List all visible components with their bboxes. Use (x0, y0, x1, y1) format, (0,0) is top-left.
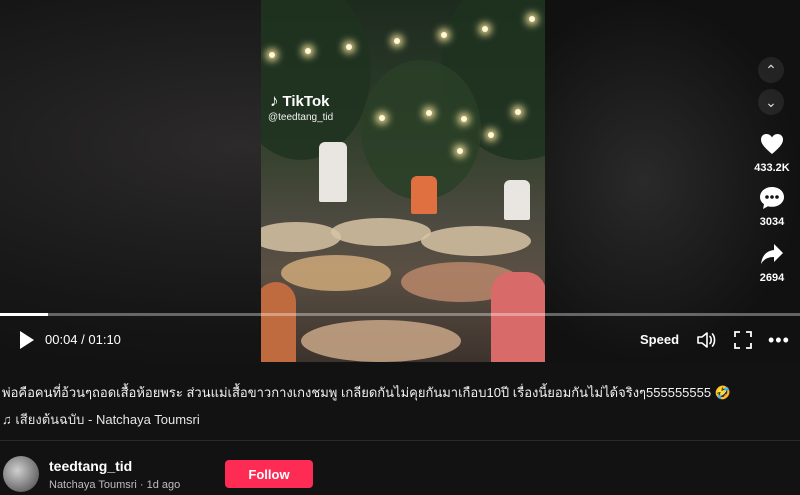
tiktok-logo-icon: ♪ (270, 91, 279, 110)
author-meta: Natchaya Toumsri · 1d ago (49, 479, 181, 491)
comment-action[interactable]: 3034 (750, 184, 794, 228)
control-bar: 00:04 / 01:10 Speed ••• (0, 316, 800, 362)
like-action[interactable]: 433.2K (750, 130, 794, 174)
share-count: 2694 (759, 272, 785, 284)
video-frame[interactable] (261, 0, 545, 362)
author-username[interactable]: teedtang_tid (49, 458, 132, 474)
video-player[interactable]: ♪ TikTok @teedtang_tid ⌃ ⌄ 433.2K 3034 2… (0, 0, 800, 362)
divider (0, 440, 800, 441)
avatar[interactable] (3, 456, 39, 492)
chevron-up-icon: ⌃ (765, 61, 777, 78)
music-link[interactable]: ♫ เสียงต้นฉบับ - Natchaya Toumsri (2, 409, 200, 430)
like-count: 433.2K (754, 162, 790, 174)
chevron-down-icon: ⌄ (765, 93, 777, 110)
watermark-brand: TikTok (282, 92, 330, 110)
fullscreen-icon[interactable] (734, 331, 752, 349)
comment-icon[interactable] (757, 184, 787, 212)
more-options-icon[interactable]: ••• (768, 330, 790, 351)
follow-button[interactable]: Follow (225, 460, 313, 488)
volume-icon[interactable] (696, 331, 716, 349)
play-icon[interactable] (20, 331, 34, 349)
previous-video-button[interactable]: ⌃ (758, 57, 784, 83)
video-caption: พ่อคือคนที่อ้วนๆถอดเสื้อห้อยพระ ส่วนแม่เ… (2, 385, 731, 400)
share-icon[interactable] (757, 240, 787, 268)
speed-button[interactable]: Speed (640, 332, 679, 347)
heart-icon[interactable] (757, 130, 787, 158)
next-video-button[interactable]: ⌄ (758, 89, 784, 115)
tiktok-watermark: ♪ TikTok (270, 91, 329, 111)
blurred-background-right (540, 0, 800, 362)
share-action[interactable]: 2694 (750, 240, 794, 284)
time-display: 00:04 / 01:10 (45, 332, 121, 347)
watermark-handle: @teedtang_tid (268, 112, 334, 123)
comment-count: 3034 (759, 216, 785, 228)
